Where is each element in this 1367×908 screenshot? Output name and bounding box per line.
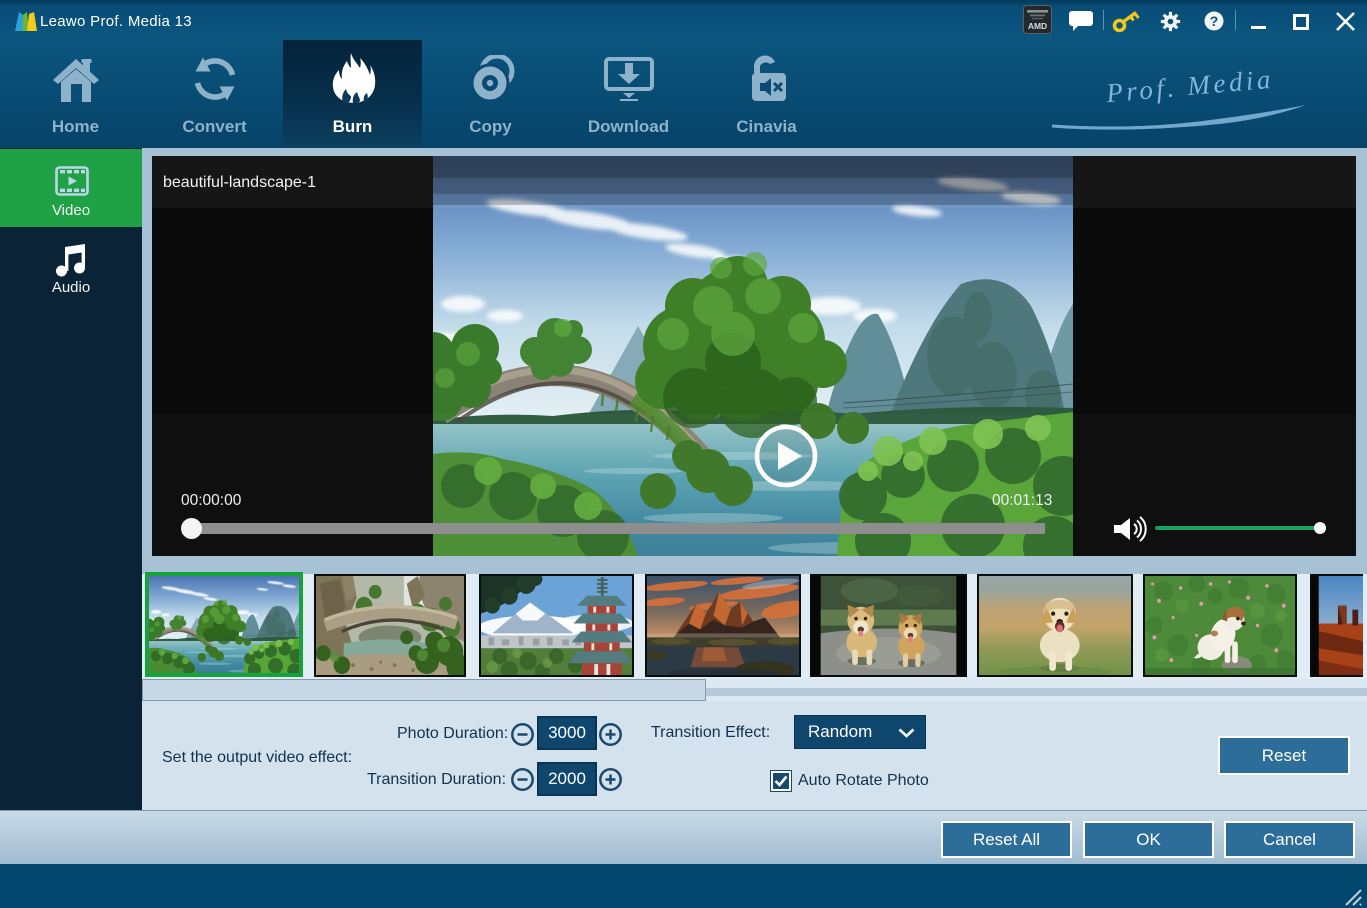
svg-text:?: ?	[1210, 13, 1219, 29]
svg-text:AMD: AMD	[1028, 21, 1047, 31]
